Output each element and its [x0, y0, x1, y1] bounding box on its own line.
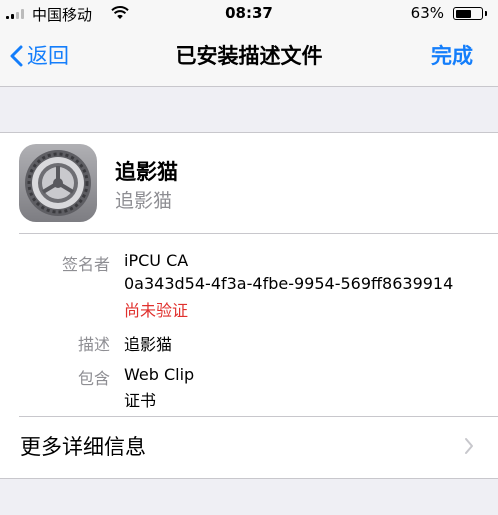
- verification-status: 尚未验证: [124, 301, 189, 320]
- settings-gear-icon: [19, 144, 97, 222]
- divider: [19, 233, 498, 234]
- signer-id: 0a343d54-4f3a-4fbe-9954-569ff8639914: [124, 274, 454, 293]
- contains-item: 证书: [124, 391, 157, 410]
- description-value: 追影猫: [124, 335, 173, 354]
- done-button[interactable]: 完成: [431, 40, 473, 72]
- signer-label: 签名者: [61, 255, 110, 274]
- profile-name: 追影猫: [115, 160, 178, 184]
- description-label: 描述: [77, 335, 110, 354]
- more-details-label: 更多详细信息: [20, 435, 146, 459]
- signer-name: iPCU CA: [124, 251, 189, 270]
- status-bar: 中国移动 08:37 63%: [0, 0, 498, 26]
- more-details-row[interactable]: 更多详细信息: [0, 417, 498, 477]
- chevron-right-icon: [465, 438, 473, 454]
- profile-card: 追影猫 追影猫 签名者 iPCU CA 0a343d54-4f3a-4fbe-9…: [0, 132, 498, 479]
- contains-item: Web Clip: [124, 365, 195, 384]
- battery-icon: [453, 7, 483, 20]
- battery-tip: [485, 11, 487, 16]
- contains-label: 包含: [77, 369, 110, 388]
- profile-subtitle: 追影猫: [115, 190, 173, 212]
- page-title: 已安装描述文件: [175, 44, 323, 68]
- battery-percent: 63%: [410, 4, 444, 22]
- navigation-bar: 返回 已安装描述文件 完成: [0, 26, 498, 87]
